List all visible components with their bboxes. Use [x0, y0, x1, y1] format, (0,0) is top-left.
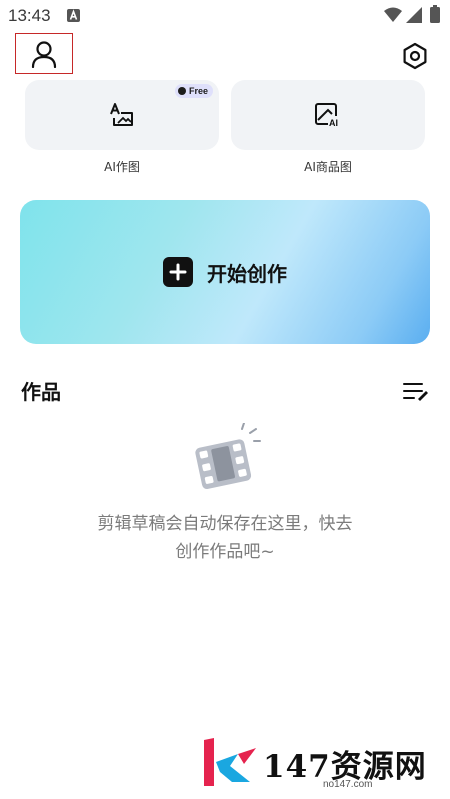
- accessibility-notification-icon: [67, 9, 80, 22]
- battery-icon: [430, 5, 440, 23]
- works-title: 作品: [21, 380, 61, 404]
- status-bar: 13:43: [0, 0, 450, 32]
- ai-draw-label: AI作图: [104, 160, 140, 174]
- status-time: 13:43: [8, 6, 51, 25]
- ai-product-label: AI商品图: [304, 160, 352, 174]
- free-badge: Free: [174, 84, 213, 98]
- svg-text:AI: AI: [329, 118, 338, 128]
- settings-hexagon-icon: [403, 42, 427, 70]
- plus-icon: [163, 257, 193, 287]
- wifi-icon: [384, 7, 402, 22]
- empty-state-line-2: 创作作品吧~: [175, 542, 275, 562]
- clock-icon: [177, 87, 186, 95]
- empty-state-text: 剪辑草稿会自动保存在这里，快去 创作作品吧~: [40, 510, 410, 566]
- watermark-logo: [204, 738, 256, 786]
- ai-product-card[interactable]: AI: [231, 80, 425, 150]
- profile-button[interactable]: [15, 33, 73, 74]
- settings-button[interactable]: [398, 39, 432, 73]
- film-clip-icon: [195, 423, 261, 489]
- ai-image-icon: AI: [315, 103, 341, 128]
- ai-draw-card[interactable]: Free: [25, 80, 219, 150]
- list-edit-icon[interactable]: [403, 381, 429, 401]
- start-creation-label: 开始创作: [207, 261, 287, 286]
- start-creation-button[interactable]: 开始创作: [20, 200, 430, 344]
- text-image-icon: [110, 103, 133, 126]
- signal-icon: [406, 7, 422, 23]
- free-badge-label: Free: [188, 86, 208, 96]
- person-icon: [31, 40, 57, 68]
- watermark-url: no147.com: [323, 779, 373, 790]
- empty-state-line-1: 剪辑草稿会自动保存在这里，快去: [97, 514, 353, 534]
